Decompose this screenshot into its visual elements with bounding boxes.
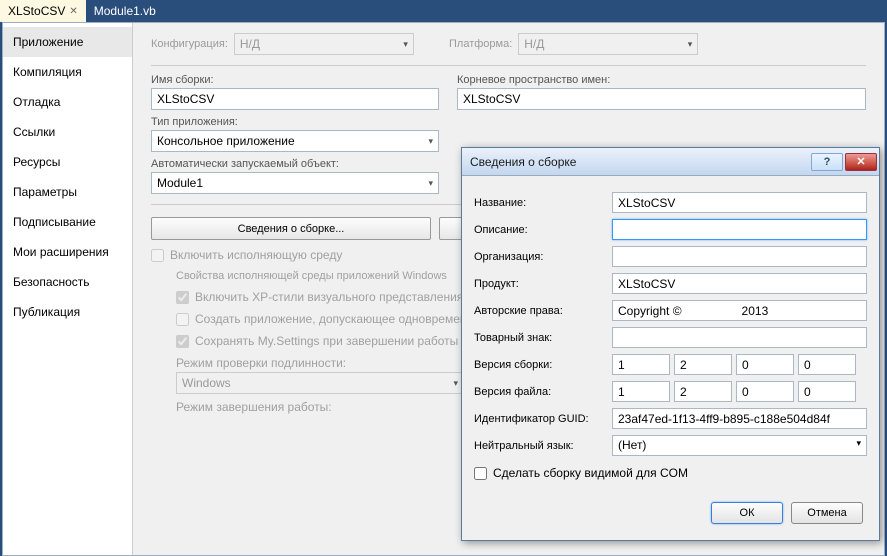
- dlg-asm-ver-build[interactable]: [736, 354, 794, 375]
- root-namespace-label: Корневое пространство имен:: [457, 74, 866, 86]
- dlg-title-input[interactable]: [612, 192, 867, 213]
- dlg-com-visible-label: Сделать сборку видимой для COM: [493, 466, 688, 480]
- save-settings-checkbox: [176, 335, 189, 348]
- sidebar-item-compile[interactable]: Компиляция: [3, 57, 132, 87]
- application-type-combo[interactable]: Консольное приложение: [151, 130, 439, 152]
- sidebar-item-application[interactable]: Приложение: [3, 27, 132, 57]
- dlg-asm-ver-major[interactable]: [612, 354, 670, 375]
- single-instance-checkbox: [176, 313, 189, 326]
- enable-framework-label: Включить исполняющую среду: [170, 248, 342, 262]
- assembly-info-dialog: Сведения о сборке ? ✕ Название: Описание…: [461, 147, 880, 541]
- dlg-file-version-label: Версия файла:: [474, 386, 604, 398]
- sidebar-item-resources[interactable]: Ресурсы: [3, 147, 132, 177]
- dlg-company-input[interactable]: [612, 246, 867, 267]
- sidebar-item-my-extensions[interactable]: Мои расширения: [3, 237, 132, 267]
- dlg-file-ver-major[interactable]: [612, 381, 670, 402]
- auth-mode-value: Windows: [182, 376, 231, 390]
- tab-module1[interactable]: Module1.vb: [86, 0, 164, 22]
- dlg-description-label: Описание:: [474, 224, 604, 236]
- dlg-neutral-lang-value: (Нет): [618, 438, 646, 452]
- dialog-titlebar[interactable]: Сведения о сборке ? ✕: [462, 148, 879, 176]
- sidebar-item-signing[interactable]: Подписывание: [3, 207, 132, 237]
- application-type-label: Тип приложения:: [151, 116, 439, 128]
- tab-label: XLStoCSV: [8, 4, 65, 18]
- dlg-asm-ver-minor[interactable]: [674, 354, 732, 375]
- dlg-title-label: Название:: [474, 197, 604, 209]
- dlg-copyright-input[interactable]: [612, 300, 867, 321]
- close-icon[interactable]: ✕: [69, 6, 77, 17]
- root-namespace-input[interactable]: [457, 88, 866, 110]
- dlg-guid-label: Идентификатор GUID:: [474, 413, 604, 425]
- configuration-label: Конфигурация:: [151, 38, 228, 50]
- dlg-copyright-label: Авторские права:: [474, 305, 604, 317]
- divider: [151, 65, 866, 66]
- sidebar-item-settings[interactable]: Параметры: [3, 177, 132, 207]
- close-icon[interactable]: ✕: [845, 153, 877, 171]
- startup-object-combo[interactable]: Module1: [151, 172, 439, 194]
- dlg-neutral-lang-label: Нейтральный язык:: [474, 440, 604, 452]
- tab-label: Module1.vb: [94, 4, 156, 18]
- dlg-asm-ver-rev[interactable]: [798, 354, 856, 375]
- application-type-value: Консольное приложение: [157, 134, 295, 148]
- dlg-neutral-lang-combo[interactable]: (Нет): [612, 435, 867, 456]
- tab-xlstocsv[interactable]: XLStoCSV ✕: [0, 0, 86, 22]
- help-icon[interactable]: ?: [811, 153, 843, 171]
- tab-strip: XLStoCSV ✕ Module1.vb: [0, 0, 887, 22]
- assembly-name-label: Имя сборки:: [151, 74, 439, 86]
- auth-mode-combo: Windows: [176, 372, 464, 394]
- dlg-product-input[interactable]: [612, 273, 867, 294]
- assembly-info-button[interactable]: Сведения о сборке...: [151, 217, 431, 240]
- save-settings-label: Сохранять My.Settings при завершении раб…: [195, 334, 458, 348]
- platform-combo: Н/Д: [518, 33, 698, 55]
- platform-label: Платформа:: [449, 38, 512, 50]
- ok-button[interactable]: ОК: [711, 502, 783, 524]
- dialog-body: Название: Описание: Организация: Продукт…: [462, 176, 879, 494]
- platform-value: Н/Д: [524, 37, 544, 51]
- sidebar-item-references[interactable]: Ссылки: [3, 117, 132, 147]
- sidebar-item-security[interactable]: Безопасность: [3, 267, 132, 297]
- dlg-trademark-input[interactable]: [612, 327, 867, 348]
- dialog-title: Сведения о сборке: [470, 155, 809, 169]
- sidebar-item-publish[interactable]: Публикация: [3, 297, 132, 327]
- dlg-guid-input[interactable]: [612, 408, 867, 429]
- startup-object-label: Автоматически запускаемый объект:: [151, 158, 439, 170]
- enable-framework-checkbox: [151, 249, 164, 262]
- cancel-button[interactable]: Отмена: [791, 502, 863, 524]
- dlg-file-ver-rev[interactable]: [798, 381, 856, 402]
- sidebar-item-debug[interactable]: Отладка: [3, 87, 132, 117]
- dlg-trademark-label: Товарный знак:: [474, 332, 604, 344]
- dlg-product-label: Продукт:: [474, 278, 604, 290]
- startup-object-value: Module1: [157, 176, 203, 190]
- configuration-combo: Н/Д: [234, 33, 414, 55]
- dlg-asm-version-label: Версия сборки:: [474, 359, 604, 371]
- xp-styles-label: Включить XP-стили визуального представле…: [195, 290, 463, 304]
- configuration-value: Н/Д: [240, 37, 260, 51]
- xp-styles-checkbox: [176, 291, 189, 304]
- dlg-com-visible-checkbox[interactable]: [474, 467, 487, 480]
- dlg-file-ver-build[interactable]: [736, 381, 794, 402]
- assembly-name-input[interactable]: [151, 88, 439, 110]
- dlg-file-ver-minor[interactable]: [674, 381, 732, 402]
- single-instance-label: Создать приложение, допускающее одноврем…: [195, 312, 467, 326]
- dlg-company-label: Организация:: [474, 251, 604, 263]
- dlg-description-input[interactable]: [612, 219, 867, 240]
- sidebar: Приложение Компиляция Отладка Ссылки Рес…: [3, 23, 133, 555]
